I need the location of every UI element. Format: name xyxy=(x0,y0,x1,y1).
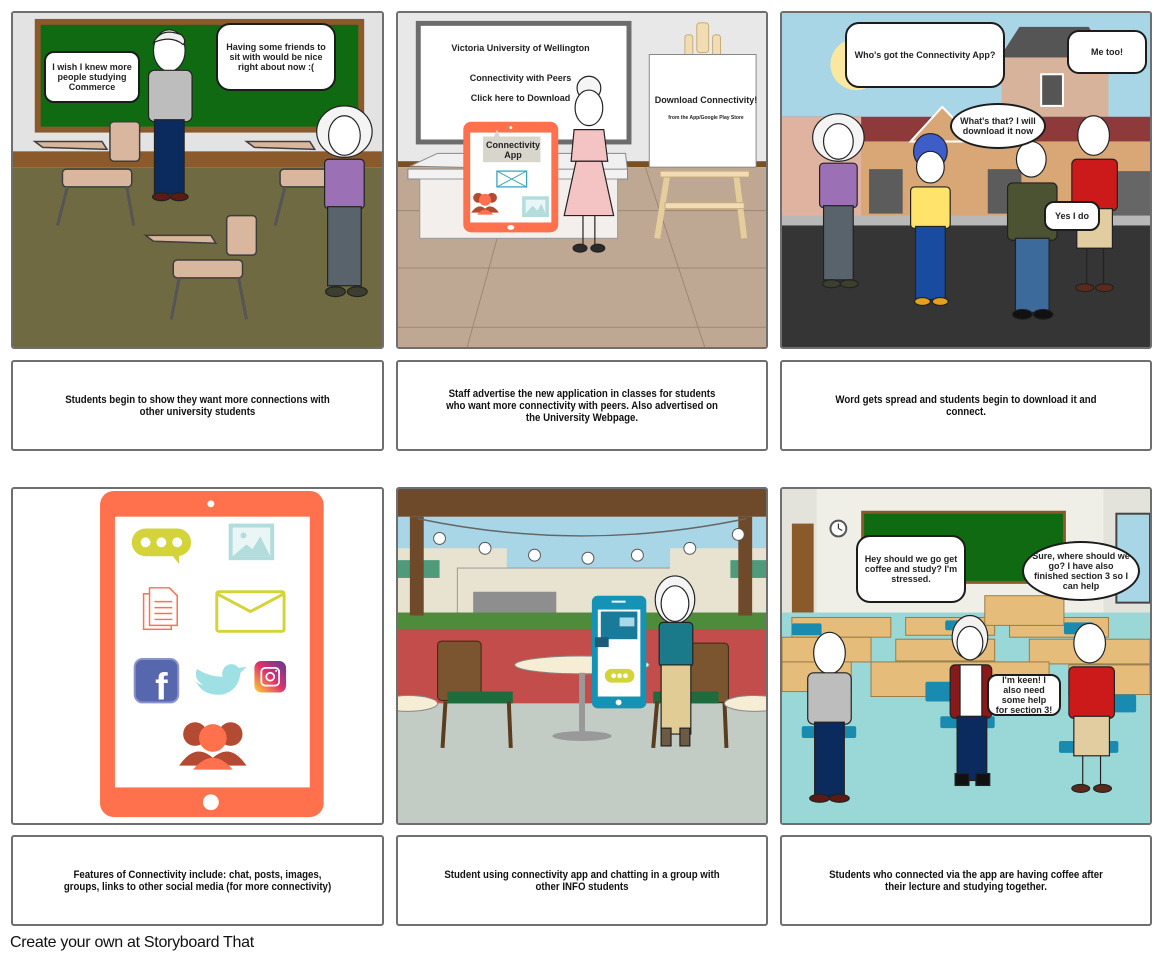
panel-1-scene: I wish I knew more people studying Comme… xyxy=(11,11,384,349)
panel-2-caption: Staff advertise the new application in c… xyxy=(396,360,768,451)
speech-bubble: Having some friends to sit with would be… xyxy=(216,23,336,91)
whiteboard-line-peers: Connectivity with Peers xyxy=(469,73,572,83)
speech-bubble: Yes I do xyxy=(1044,201,1100,231)
speech-bubble: Who's got the Connectivity App? xyxy=(845,22,1005,88)
speech-text: Hey should we go get coffee and study? I… xyxy=(864,554,958,584)
panel-6-caption: Students who connected via the app are h… xyxy=(780,835,1152,926)
speech-text: I wish I knew more people studying Comme… xyxy=(52,62,132,92)
panel-3-scene: Who's got the Connectivity App? What's t… xyxy=(780,11,1152,349)
image-icon xyxy=(228,523,275,561)
caption-text: Student using connectivity app and chatt… xyxy=(444,868,720,893)
svg-text:f: f xyxy=(155,665,168,707)
speech-text: Who's got the Connectivity App? xyxy=(854,50,996,60)
door xyxy=(791,523,814,613)
speech-text: Me too! xyxy=(1091,47,1123,57)
speech-bubble: Me too! xyxy=(1067,30,1147,74)
easel-title: Download Connectivity! xyxy=(654,95,758,105)
panel-5-caption: Student using connectivity app and chatt… xyxy=(396,835,768,926)
speech-bubble: Hey should we go get coffee and study? I… xyxy=(856,535,966,603)
tablet-app-label: Connectivity App xyxy=(485,140,540,160)
storyboard-that-footer-link[interactable]: Create your own at Storyboard That xyxy=(10,934,254,952)
caption-text: Word gets spread and students begin to d… xyxy=(835,393,1097,418)
character-girl-blue-turban xyxy=(910,132,951,307)
easel-subtitle: from the App/Google Play Store xyxy=(668,115,744,121)
download-link[interactable]: Click here to Download xyxy=(433,93,608,103)
caption-text: Students begin to show they want more co… xyxy=(65,393,330,418)
speech-bubble: I'm keen! I also need some help for sect… xyxy=(987,674,1061,716)
panel-6-scene: Hey should we go get coffee and study? I… xyxy=(780,487,1152,825)
speech-text: I'm keen! I also need some help for sect… xyxy=(995,675,1053,715)
tablet-features-illustration: f xyxy=(100,490,324,818)
tablet-device xyxy=(463,121,559,233)
classroom-background xyxy=(782,489,1150,823)
caption-text: Students who connected via the app are h… xyxy=(829,868,1103,893)
panel-5-scene xyxy=(396,487,768,825)
character-woman-teal-top xyxy=(654,575,696,747)
speech-text: Sure, where should we go? I have also fi… xyxy=(1032,551,1130,591)
facebook-icon: f xyxy=(133,657,180,707)
speech-text: Having some friends to sit with would be… xyxy=(226,42,326,72)
speech-text: Yes I do xyxy=(1054,211,1089,221)
panel-4-caption: Features of Connectivity include: chat, … xyxy=(11,835,384,926)
lecture-hall-background xyxy=(398,13,766,347)
speech-bubble: Sure, where should we go? I have also fi… xyxy=(1022,541,1140,601)
panel-1-caption: Students begin to show they want more co… xyxy=(11,360,384,451)
character-boy-grey-shirt xyxy=(807,631,852,803)
easel-poster xyxy=(648,54,757,168)
caption-text: Staff advertise the new application in c… xyxy=(446,387,718,424)
speech-text: What's that? I will download it now xyxy=(960,116,1036,136)
panel-2-scene: Victoria University of Wellington Connec… xyxy=(396,11,768,349)
phone-device xyxy=(591,595,647,709)
speech-bubble: What's that? I will download it now xyxy=(950,103,1046,149)
panel-4-scene: f xyxy=(11,487,384,825)
panel-3-caption: Word gets spread and students begin to d… xyxy=(780,360,1152,451)
cafe-patio-background xyxy=(398,489,766,823)
whiteboard-title: Victoria University of Wellington xyxy=(451,43,590,53)
instagram-icon xyxy=(254,660,287,693)
speech-bubble: I wish I knew more people studying Comme… xyxy=(44,51,140,103)
caption-text: Features of Connectivity include: chat, … xyxy=(63,868,332,893)
